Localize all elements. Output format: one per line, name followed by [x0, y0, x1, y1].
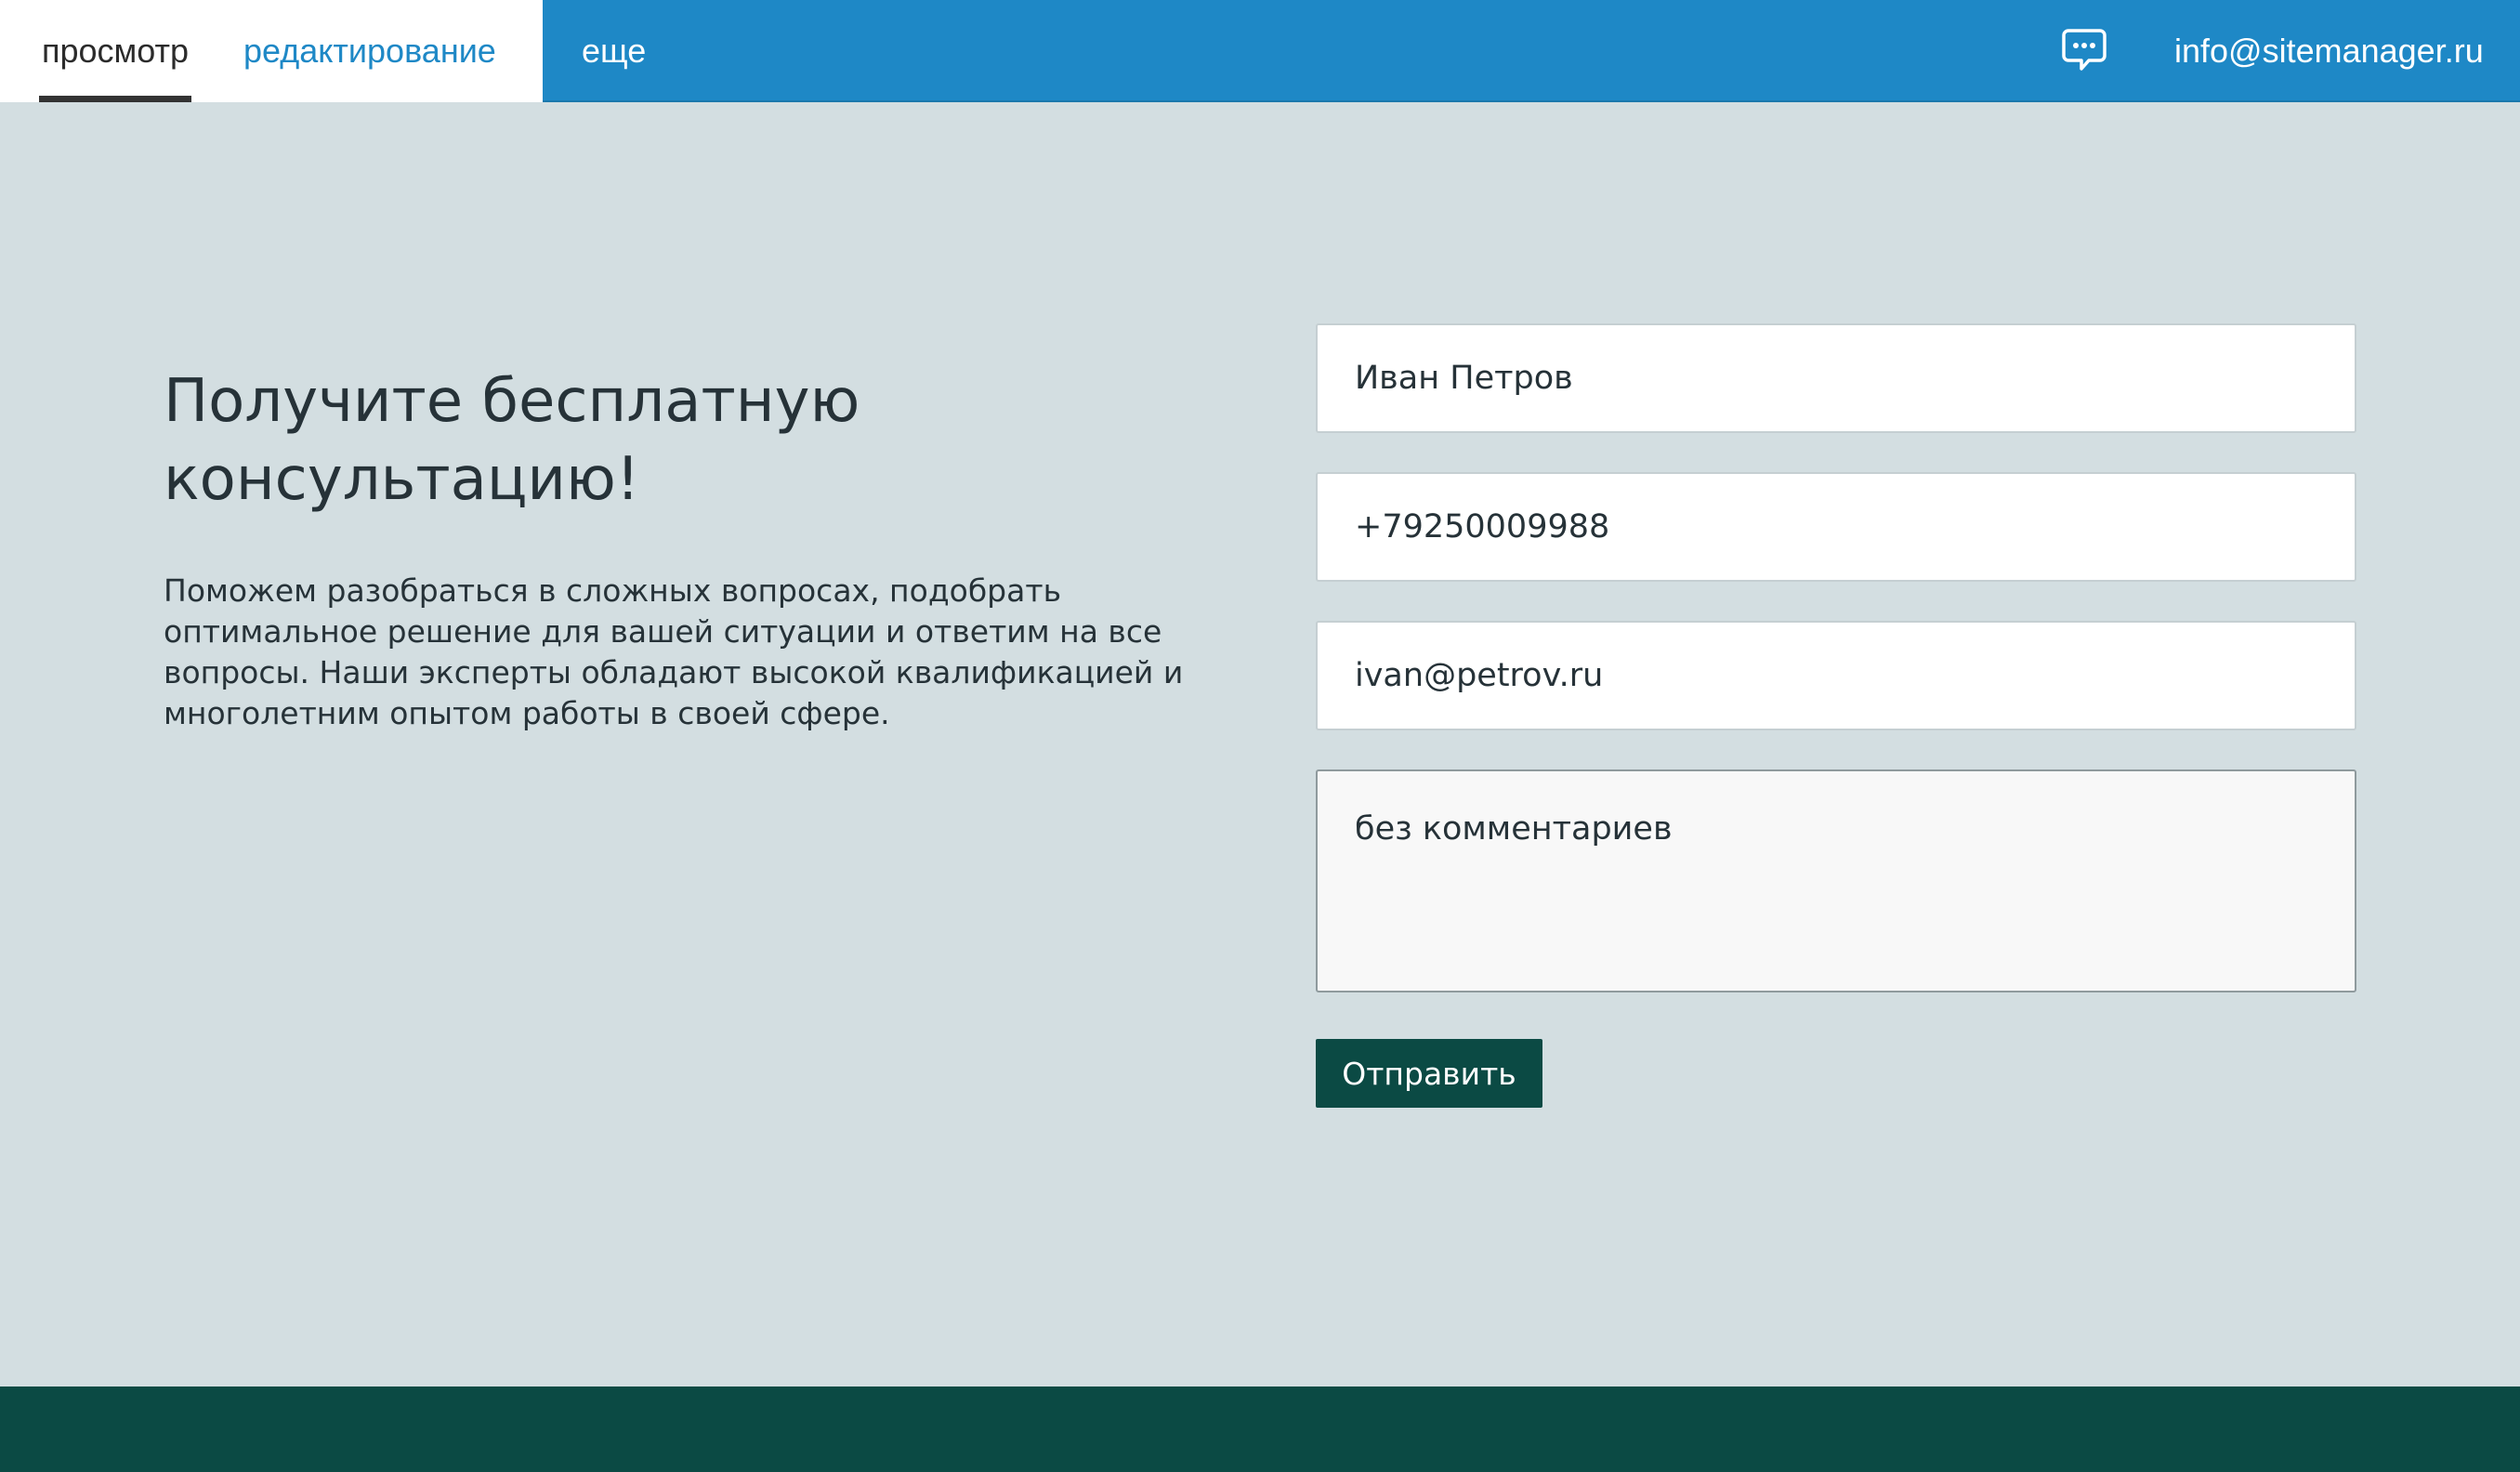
name-input[interactable] [1316, 323, 2356, 433]
comment-textarea[interactable]: без комментариев [1316, 769, 2356, 992]
footer-band [0, 1387, 2520, 1472]
page-headline: Получите бесплатную консультацию! [164, 367, 860, 514]
top-bar: просмотр редактирование еще info@siteman… [0, 0, 2520, 102]
tab-group: просмотр редактирование [0, 0, 543, 102]
phone-input[interactable] [1316, 472, 2356, 582]
submit-button[interactable]: Отправить [1316, 1039, 1542, 1108]
tab-view[interactable]: просмотр [39, 0, 191, 102]
tab-edit[interactable]: редактирование [243, 0, 496, 102]
account-email[interactable]: info@sitemanager.ru [2174, 0, 2484, 102]
chat-bubble-icon[interactable] [2061, 28, 2107, 72]
page-description: Поможем разобраться в сложных вопросах, … [164, 572, 1184, 731]
email-input[interactable] [1316, 621, 2356, 730]
tab-more[interactable]: еще [582, 0, 646, 102]
